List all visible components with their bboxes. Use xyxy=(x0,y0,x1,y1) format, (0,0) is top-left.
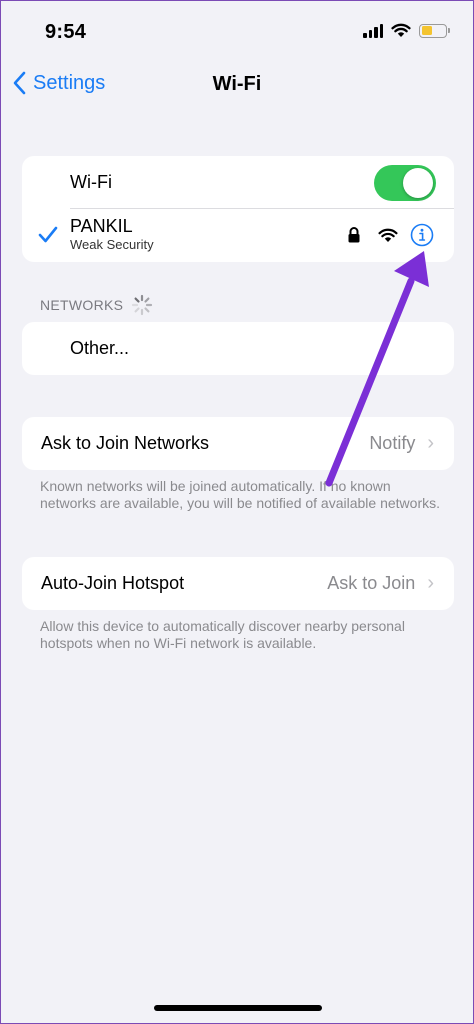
lock-icon xyxy=(348,227,360,243)
wifi-toggle-row: Wi-Fi xyxy=(22,156,454,209)
chevron-right-icon: › xyxy=(427,432,434,454)
chevron-right-icon: › xyxy=(427,572,434,594)
status-bar: 9:54 xyxy=(1,1,473,61)
other-network-row[interactable]: Other... xyxy=(22,322,454,375)
signal-icon xyxy=(363,23,383,38)
ask-to-join-group: Ask to Join Networks Notify › xyxy=(22,417,454,470)
networks-section-header: NETWORKS xyxy=(40,294,153,316)
wifi-toggle[interactable] xyxy=(374,165,436,201)
battery-icon xyxy=(419,23,450,38)
loading-spinner-icon xyxy=(132,294,153,316)
ask-to-join-row[interactable]: Ask to Join Networks Notify › xyxy=(22,417,454,470)
other-network-label: Other... xyxy=(70,338,130,358)
auto-join-row[interactable]: Auto-Join Hotspot Ask to Join › xyxy=(22,557,454,610)
auto-join-value: Ask to Join xyxy=(327,573,416,593)
auto-join-group: Auto-Join Hotspot Ask to Join › xyxy=(22,557,454,610)
navigation-bar: Settings Wi-Fi xyxy=(1,63,473,109)
auto-join-label: Auto-Join Hotspot xyxy=(41,573,185,593)
info-icon[interactable] xyxy=(410,223,434,247)
networks-header-label: NETWORKS xyxy=(40,297,124,313)
page-title: Wi-Fi xyxy=(212,73,262,95)
auto-join-note: Allow this device to automatically disco… xyxy=(40,618,405,651)
ask-to-join-label: Ask to Join Networks xyxy=(41,433,210,453)
network-security: Weak Security xyxy=(70,237,154,252)
ask-to-join-value-container: Notify › xyxy=(369,417,434,470)
wifi-group: Wi-Fi PANKIL Weak Security xyxy=(22,156,454,262)
toggle-knob xyxy=(403,168,433,198)
checkmark-icon xyxy=(38,226,58,243)
auto-join-value-container: Ask to Join › xyxy=(327,557,434,610)
home-indicator[interactable] xyxy=(154,1005,322,1011)
wifi-icon xyxy=(391,23,411,37)
wifi-strength-icon xyxy=(378,228,398,242)
status-time: 9:54 xyxy=(45,21,87,43)
network-name: PANKIL xyxy=(70,216,133,236)
ask-to-join-note: Known networks will be joined automatica… xyxy=(40,478,440,511)
other-networks-group: Other... xyxy=(22,322,454,375)
status-icons xyxy=(363,23,450,38)
annotation-arrow xyxy=(325,251,429,487)
wifi-toggle-label: Wi-Fi xyxy=(70,172,112,192)
ask-to-join-value: Notify xyxy=(369,433,416,453)
connected-network-row[interactable]: PANKIL Weak Security xyxy=(22,209,454,262)
